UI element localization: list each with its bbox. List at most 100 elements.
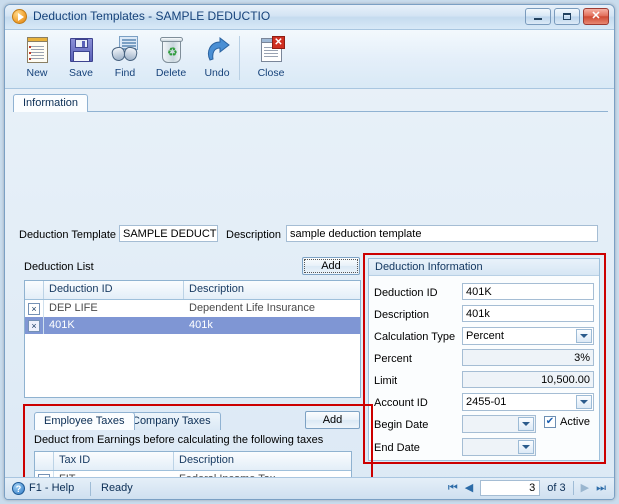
cell-description: 401k: [189, 319, 213, 331]
table-row[interactable]: × DEP LIFE Dependent Life Insurance: [25, 300, 360, 317]
active-checkbox-group[interactable]: ✔ Active: [544, 416, 590, 428]
maximize-button[interactable]: [554, 8, 580, 25]
chevron-down-icon[interactable]: [576, 395, 592, 409]
window-controls: ✕: [525, 8, 609, 25]
close-doc-button[interactable]: ✕ Close: [245, 33, 297, 85]
help-label[interactable]: F1 - Help: [29, 482, 74, 494]
col-deduction-id: Deduction ID: [44, 281, 184, 299]
calendar-dropdown-icon[interactable]: [518, 417, 534, 431]
begin-date-picker[interactable]: [462, 415, 536, 433]
cell-deduction-id: 401K: [49, 319, 75, 331]
play-circle-icon: [12, 9, 27, 24]
last-record-button[interactable]: ⏭: [596, 482, 606, 494]
record-count-label: of 3: [547, 482, 566, 494]
status-divider: [90, 482, 91, 496]
active-checkbox[interactable]: ✔: [544, 416, 556, 428]
col-tax-description: Description: [179, 454, 235, 466]
delete-row-icon[interactable]: ×: [28, 319, 40, 332]
calendar-dropdown-icon[interactable]: [518, 440, 534, 454]
tab-company-taxes[interactable]: Company Taxes: [122, 412, 221, 430]
toolbar-separator: [239, 36, 240, 80]
deduction-id-label: Deduction ID: [374, 287, 438, 299]
calculation-type-select[interactable]: Percent: [462, 327, 594, 345]
undo-arrow-icon: [202, 35, 232, 65]
chevron-down-icon[interactable]: [576, 329, 592, 343]
account-id-label: Account ID: [374, 397, 428, 409]
col-description: Description: [189, 283, 245, 295]
account-id-value: 2455-01: [466, 396, 507, 408]
binoculars-icon: [110, 35, 140, 65]
next-record-button[interactable]: ▶: [581, 482, 589, 494]
delete-row-icon[interactable]: ×: [28, 302, 40, 315]
percent-input[interactable]: 3%: [462, 349, 594, 366]
deduction-template-input[interactable]: SAMPLE DEDUCTI(: [119, 225, 218, 242]
current-record-input[interactable]: 3: [480, 480, 541, 496]
table-row[interactable]: × 401K 401k: [25, 317, 360, 334]
deduction-id-input[interactable]: 401K: [462, 283, 594, 300]
undo-button-label: Undo: [204, 67, 230, 79]
deduction-list-grid[interactable]: Deduction ID Description × DEP LIFE Depe…: [24, 280, 361, 398]
limit-input[interactable]: 10,500.00: [462, 371, 594, 388]
first-record-button[interactable]: ⏮: [448, 482, 458, 494]
col-tax-id: Tax ID: [54, 452, 174, 470]
floppy-disk-icon: [66, 35, 96, 65]
deduction-template-label: Deduction Template: [19, 229, 117, 241]
active-label: Active: [560, 416, 590, 428]
record-navigator: ⏮ ◀ 3 of 3 ▶ ⏭: [448, 480, 606, 496]
taxes-instruction: Deduct from Earnings before calculating …: [34, 434, 324, 446]
description-label: Description: [226, 229, 282, 241]
calculation-type-value: Percent: [466, 330, 504, 342]
delete-button-label: Delete: [155, 67, 187, 79]
new-document-icon: [22, 35, 52, 65]
maximize-icon: [563, 13, 571, 20]
row-delete-cell[interactable]: ×: [25, 317, 44, 334]
limit-label: Limit: [374, 375, 398, 387]
deduction-list-add-button[interactable]: Add: [302, 257, 360, 275]
close-icon: ✕: [591, 10, 601, 22]
tab-underline: [13, 111, 608, 112]
begin-date-label: Begin Date: [374, 419, 429, 431]
new-button-label: New: [26, 67, 48, 79]
tab-strip: Information: [13, 94, 614, 112]
close-button[interactable]: ✕: [583, 8, 609, 25]
window-title: Deduction Templates - SAMPLE DEDUCTIO: [33, 9, 271, 23]
status-bar: ? F1 - Help Ready ⏮ ◀ 3 of 3 ▶ ⏭: [5, 477, 614, 499]
delete-button[interactable]: ♻ Delete: [145, 33, 197, 85]
toolbar: New Save Find ♻ Delete Undo ✕ Close: [5, 30, 614, 89]
undo-button[interactable]: Undo: [191, 33, 243, 85]
deduction-list-header: Deduction ID Description: [25, 281, 360, 300]
end-date-picker[interactable]: [462, 438, 536, 456]
deduction-description-label: Description: [374, 309, 430, 321]
recycle-bin-icon: ♻: [156, 35, 186, 65]
nav-divider: [572, 481, 574, 495]
find-button[interactable]: Find: [99, 33, 151, 85]
minimize-icon: [534, 18, 542, 20]
taxes-add-button[interactable]: Add: [305, 411, 360, 429]
percent-label: Percent: [374, 353, 412, 365]
save-button-label: Save: [69, 67, 93, 79]
tab-information[interactable]: Information: [13, 94, 89, 112]
deduction-information-title: Deduction Information: [369, 259, 599, 276]
col-action: [25, 281, 44, 299]
previous-record-button[interactable]: ◀: [465, 482, 473, 494]
tab-employee-taxes[interactable]: Employee Taxes: [34, 412, 135, 430]
close-document-icon: ✕: [256, 35, 286, 65]
minimize-button[interactable]: [525, 8, 551, 25]
deduction-templates-window: Deduction Templates - SAMPLE DEDUCTIO ✕: [4, 4, 615, 500]
description-input[interactable]: sample deduction template: [286, 225, 598, 242]
end-date-label: End Date: [374, 442, 420, 454]
status-text: Ready: [101, 482, 133, 494]
deduction-list-title: Deduction List: [24, 261, 94, 273]
deduction-description-input[interactable]: 401k: [462, 305, 594, 322]
title-bar: Deduction Templates - SAMPLE DEDUCTIO ✕: [5, 5, 614, 30]
calculation-type-label: Calculation Type: [374, 331, 456, 343]
find-button-label: Find: [114, 67, 136, 79]
taxes-header: Tax ID Description: [35, 452, 351, 471]
cell-description: Dependent Life Insurance: [189, 302, 315, 314]
col-action: [35, 452, 54, 470]
cell-deduction-id: DEP LIFE: [49, 302, 98, 314]
help-icon[interactable]: ?: [12, 482, 25, 495]
close-doc-button-label: Close: [257, 67, 285, 79]
row-delete-cell[interactable]: ×: [25, 300, 44, 317]
account-id-select[interactable]: 2455-01: [462, 393, 594, 411]
